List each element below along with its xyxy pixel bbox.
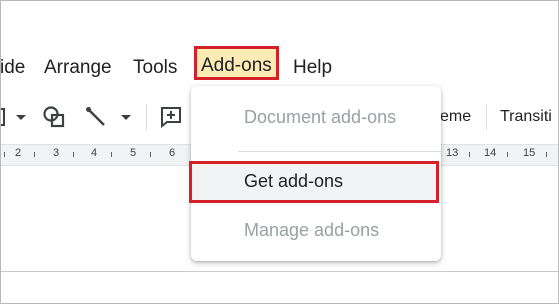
ruler-number: 13 — [446, 147, 459, 159]
menu-tools[interactable]: Tools — [133, 56, 177, 80]
ruler-number: 15 — [523, 147, 536, 159]
ruler-tick — [34, 152, 35, 157]
line-icon[interactable] — [84, 105, 108, 129]
theme-button[interactable]: eme — [440, 105, 471, 129]
ruler-number: 2 — [15, 147, 22, 159]
menu-item-get-add-ons[interactable]: Get add-ons — [189, 161, 439, 203]
menu-bar: ide Arrange Tools Add-ons Help — [0, 46, 559, 90]
slide-canvas-edge — [0, 271, 559, 272]
shape-icon[interactable] — [42, 105, 68, 129]
ruler-tick — [4, 152, 5, 157]
ruler-number: 6 — [169, 147, 176, 159]
ruler-number: 5 — [130, 147, 137, 159]
ruler-tick — [507, 152, 508, 157]
toolbar-divider — [146, 104, 147, 130]
menu-help[interactable]: Help — [293, 56, 332, 80]
line-dropdown-icon[interactable] — [118, 105, 134, 129]
menu-add-ons[interactable]: Add-ons — [194, 46, 279, 80]
comment-add-icon[interactable] — [159, 105, 183, 129]
menu-arrange[interactable]: Arrange — [44, 56, 112, 80]
ruler-number: 4 — [91, 147, 98, 159]
ruler-tick — [150, 152, 151, 157]
ruler-tick — [546, 152, 547, 157]
menu-slide[interactable]: ide — [0, 56, 25, 80]
menu-item-manage-add-ons: Manage add-ons — [244, 220, 380, 240]
ruler-tick — [469, 152, 470, 157]
select-arrow-icon[interactable] — [0, 105, 30, 129]
ruler-tick — [73, 152, 74, 157]
menu-item-document-add-ons: Document add-ons — [244, 107, 397, 127]
menu-separator — [238, 151, 441, 152]
toolbar-divider — [486, 104, 487, 130]
ruler-tick — [111, 152, 112, 157]
transition-button[interactable]: Transiti — [500, 105, 552, 129]
ruler-number: 3 — [53, 147, 60, 159]
add-ons-menu: Document add-ons Get add-ons Manage add-… — [189, 86, 441, 261]
ruler-number: 14 — [484, 147, 497, 159]
